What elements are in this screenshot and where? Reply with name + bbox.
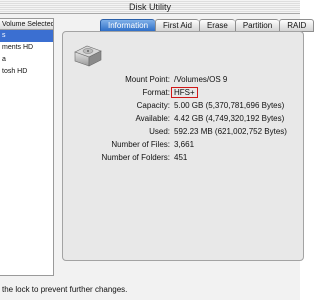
files-label: Number of Files: [111,140,170,149]
info-row-folders: Number of Folders: 451 [63,153,305,164]
info-row-files: Number of Files: 3,661 [63,140,305,151]
info-row-format: Format: HFS+ [63,87,305,99]
info-row-mount-point: Mount Point: /Volumes/OS 9 [63,75,305,86]
volume-item[interactable]: tosh HD [0,66,53,78]
hard-drive-icon [74,45,102,67]
title-bar[interactable]: Disk Utility [0,0,300,14]
capacity-label: Capacity: [136,101,170,110]
folders-value: 451 [174,153,188,162]
volume-list-header: Volume Selected [0,19,53,30]
available-label: Available: [135,114,170,123]
info-row-available: Available: 4.42 GB (4,749,320,192 Bytes) [63,114,305,125]
info-row-used: Used: 592.23 MB (621,002,752 Bytes) [63,127,305,138]
folders-label: Number of Folders: [101,153,170,162]
info-row-capacity: Capacity: 5.00 GB (5,370,781,696 Bytes) [63,101,305,112]
window-title: Disk Utility [129,2,171,12]
format-value: HFS+ [171,87,198,98]
mount-point-label: Mount Point: [125,75,170,84]
used-value: 592.23 MB (621,002,752 Bytes) [174,127,287,136]
volume-list[interactable]: Volume Selected s ments HD a tosh HD [0,18,54,276]
capacity-value: 5.00 GB (5,370,781,696 Bytes) [174,101,285,110]
disk-utility-window: Disk Utility Volume Selected s ments HD … [0,0,315,300]
information-panel: Mount Point: /Volumes/OS 9 Format: HFS+ … [62,31,304,261]
used-label: Used: [149,127,170,136]
volume-item[interactable]: s [0,30,53,42]
lock-instruction-text: the lock to prevent further changes. [2,285,128,294]
files-value: 3,661 [174,140,195,149]
format-label: Format: [142,88,170,97]
mount-point-value: /Volumes/OS 9 [174,75,228,84]
volume-item[interactable]: ments HD [0,42,53,54]
volume-item[interactable]: a [0,54,53,66]
available-value: 4.42 GB (4,749,320,192 Bytes) [174,114,285,123]
